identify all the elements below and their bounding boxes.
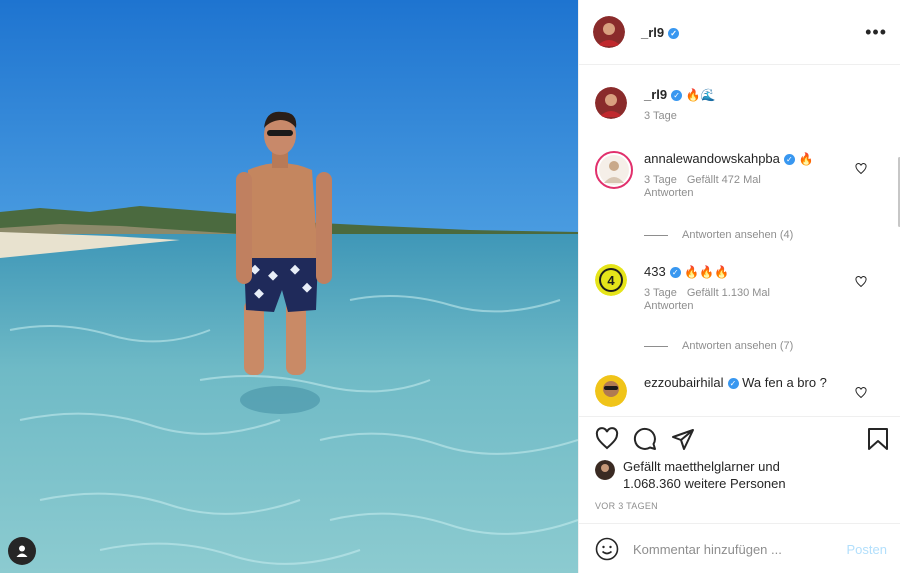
commenter-avatar[interactable] (595, 151, 633, 189)
commenter-avatar[interactable]: 4 (595, 264, 627, 296)
save-bookmark-icon[interactable] (867, 427, 889, 451)
more-options-icon[interactable]: ••• (865, 22, 887, 43)
emoji-smiley-icon[interactable] (595, 537, 619, 561)
svg-text:4: 4 (607, 273, 615, 288)
beach-photo-image (0, 0, 578, 573)
comment-likes[interactable]: Gefällt 1.130 Mal (687, 287, 770, 299)
post-timestamp[interactable]: VOR 3 TAGEN (595, 501, 658, 511)
comment-text: 🔥🔥🔥 (684, 265, 730, 279)
caption-text: 🔥🌊 (685, 88, 716, 102)
reply-button[interactable]: Antworten (644, 187, 694, 199)
comment-time[interactable]: 3 Tage (644, 287, 677, 299)
comment-input[interactable]: Kommentar hinzufügen ... (633, 542, 847, 557)
caption-time[interactable]: 3 Tage (644, 110, 677, 122)
like-heart-icon[interactable] (595, 427, 619, 451)
view-replies-button[interactable]: Antworten ansehen (7) (644, 340, 793, 352)
tagged-users-icon[interactable] (8, 537, 36, 565)
others-likes-count[interactable]: 1.068.360 weitere Personen (623, 476, 786, 491)
comment-text: 🔥 (798, 152, 814, 166)
comment-time[interactable]: 3 Tage (644, 174, 677, 186)
liker-avatar[interactable] (595, 460, 615, 480)
like-comment-icon[interactable] (855, 276, 867, 288)
caption-username[interactable]: _rl9 (644, 87, 667, 102)
commenter-avatar[interactable] (595, 375, 627, 407)
post-header: _rl9 ✓ ••• (579, 0, 900, 65)
comment-bubble-icon[interactable] (633, 427, 657, 451)
comments-list[interactable]: _rl9 ✓ 🔥🌊 3 Tage annalewandowskahpba ✓ 🔥 3… (579, 65, 900, 415)
view-replies-button[interactable]: Antworten ansehen (4) (644, 229, 793, 241)
verified-badge-icon: ✓ (668, 27, 680, 39)
comment-username[interactable]: annalewandowskahpba (644, 151, 780, 166)
post-photo[interactable] (0, 0, 578, 573)
reply-button[interactable]: Antworten (644, 300, 694, 312)
verified-badge-icon: ✓ (669, 267, 681, 279)
comment-username[interactable]: ezzoubairhilal (644, 375, 724, 390)
verified-badge-icon: ✓ (727, 378, 739, 390)
liker-username[interactable]: maetthelglarner (664, 459, 754, 474)
post-comment-button[interactable]: Posten (847, 542, 887, 557)
comment-text: Wa fen a bro ? (742, 375, 827, 390)
comment-composer: Kommentar hinzufügen ... Posten (579, 523, 900, 574)
like-comment-icon[interactable] (855, 163, 867, 175)
comment-likes[interactable]: Gefällt 472 Mal (687, 174, 761, 186)
caption-author-avatar[interactable] (595, 87, 627, 119)
author-username[interactable]: _rl9 ✓ (641, 25, 680, 40)
verified-badge-icon: ✓ (671, 90, 683, 102)
like-comment-icon[interactable] (855, 387, 867, 399)
verified-badge-icon: ✓ (783, 154, 795, 166)
share-direct-icon[interactable] (671, 427, 695, 451)
liked-by: Gefällt maetthelglarner und 1.068.360 we… (595, 458, 887, 492)
author-avatar[interactable] (593, 16, 625, 48)
post-actions-bar (579, 416, 900, 453)
comment-username[interactable]: 433 (644, 264, 666, 279)
post-sidebar: _rl9 ✓ ••• _rl9 ✓ 🔥🌊 3 Tage annalewandowsk… (578, 0, 900, 573)
